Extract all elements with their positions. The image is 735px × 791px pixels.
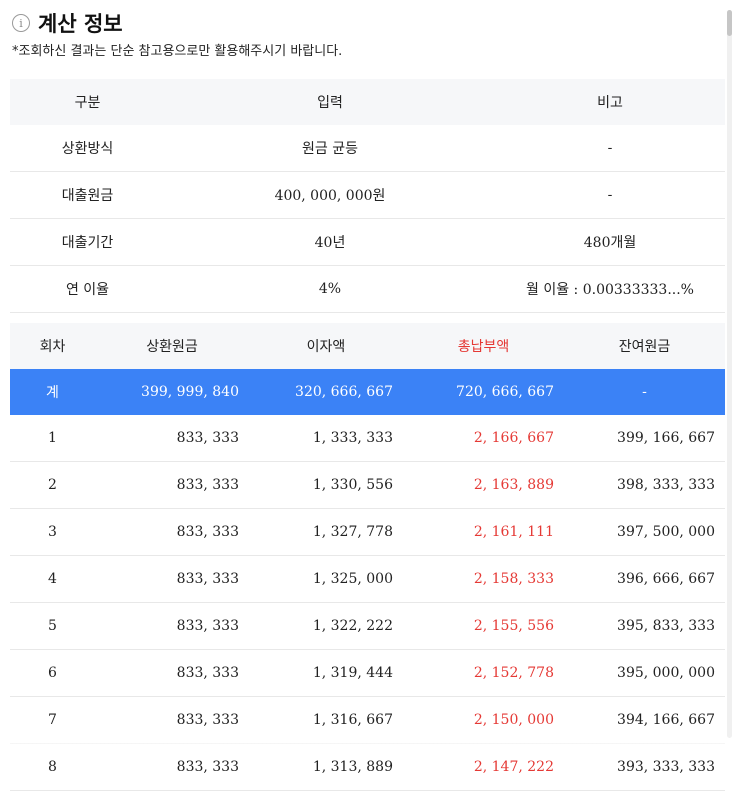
scrollbar-thumb[interactable] <box>727 10 732 36</box>
total-payment-amount: 2, 163, 889 <box>403 461 564 509</box>
interest-amount: 1, 327, 778 <box>249 508 403 556</box>
interest-amount: 1, 325, 000 <box>249 555 403 603</box>
installment-number: 4 <box>10 555 95 603</box>
remaining-principal: 399, 166, 667 <box>564 415 725 462</box>
table-row: 2 833, 333 1, 330, 556 2, 163, 889 398, … <box>10 461 725 509</box>
column-header-interest: 이자액 <box>249 323 403 369</box>
column-header-installment: 회차 <box>10 323 95 369</box>
remaining-principal: 395, 000, 000 <box>564 649 725 697</box>
info-icon: i <box>12 14 30 32</box>
installment-number: 2 <box>10 461 95 509</box>
interest-amount: 1, 330, 556 <box>249 461 403 509</box>
column-header-input: 입력 <box>165 79 495 125</box>
interest-amount: 1, 322, 222 <box>249 602 403 650</box>
info-row-loan-period: 대출기간 40년 480개월 <box>10 218 725 266</box>
column-header-remaining-principal: 잔여원금 <box>564 323 725 369</box>
total-remaining: - <box>564 369 725 415</box>
column-header-total-payment: 총납부액 <box>403 323 564 369</box>
table-row: 1 833, 333 1, 333, 333 2, 166, 667 399, … <box>10 415 725 462</box>
interest-amount: 1, 319, 444 <box>249 649 403 697</box>
info-row-loan-principal: 대출원금 400, 000, 000원 - <box>10 171 725 219</box>
column-header-remark: 비고 <box>495 79 725 125</box>
bottom-fade-overlay <box>0 733 735 751</box>
installment-number: 3 <box>10 508 95 556</box>
interest-amount: 1, 333, 333 <box>249 415 403 462</box>
principal-amount: 833, 333 <box>95 555 249 603</box>
info-value: 400, 000, 000원 <box>165 171 495 219</box>
column-header-principal: 상환원금 <box>95 323 249 369</box>
info-row-annual-rate: 연 이율 4% 월 이율 : 0.00333333...% <box>10 265 725 313</box>
info-row-repayment-method: 상환방식 원금 균등 - <box>10 125 725 172</box>
total-payment-amount: 2, 166, 667 <box>403 415 564 462</box>
table-row: 5 833, 333 1, 322, 222 2, 155, 556 395, … <box>10 602 725 650</box>
remaining-principal: 395, 833, 333 <box>564 602 725 650</box>
info-remark: - <box>495 125 725 172</box>
principal-amount: 833, 333 <box>95 461 249 509</box>
principal-amount: 833, 333 <box>95 649 249 697</box>
table-row: 3 833, 333 1, 327, 778 2, 161, 111 397, … <box>10 508 725 556</box>
principal-amount: 833, 333 <box>95 602 249 650</box>
total-row: 계 399, 999, 840 320, 666, 667 720, 666, … <box>10 369 725 415</box>
remaining-principal: 396, 666, 667 <box>564 555 725 603</box>
remaining-principal: 398, 333, 333 <box>564 461 725 509</box>
section-header: i 계산 정보 <box>12 8 123 38</box>
principal-amount: 833, 333 <box>95 508 249 556</box>
info-remark: 480개월 <box>495 218 725 266</box>
table-row: 6 833, 333 1, 319, 444 2, 152, 778 395, … <box>10 649 725 697</box>
disclaimer-note: *조회하신 결과는 단순 참고용으로만 활용해주시기 바랍니다. <box>12 44 343 59</box>
installment-number: 1 <box>10 415 95 462</box>
info-value: 원금 균등 <box>165 125 495 172</box>
info-label: 상환방식 <box>10 125 165 172</box>
column-header-category: 구분 <box>10 79 165 125</box>
installment-number: 5 <box>10 602 95 650</box>
schedule-table-header: 회차 상환원금 이자액 총납부액 잔여원금 <box>10 323 725 369</box>
info-value: 40년 <box>165 218 495 266</box>
principal-amount: 833, 333 <box>95 415 249 462</box>
total-label: 계 <box>10 369 95 415</box>
info-table-header: 구분 입력 비고 <box>10 79 725 125</box>
info-label: 대출원금 <box>10 171 165 219</box>
info-label: 연 이율 <box>10 265 165 313</box>
info-value: 4% <box>165 265 495 313</box>
table-row: 4 833, 333 1, 325, 000 2, 158, 333 396, … <box>10 555 725 603</box>
total-payment-amount: 2, 158, 333 <box>403 555 564 603</box>
total-payment-amount: 2, 161, 111 <box>403 508 564 556</box>
vertical-scrollbar[interactable] <box>727 10 732 738</box>
calculation-info-table: 구분 입력 비고 상환방식 원금 균등 - 대출원금 400, 000, 000… <box>10 79 725 313</box>
page-title: 계산 정보 <box>38 12 123 36</box>
installment-number: 6 <box>10 649 95 697</box>
info-label: 대출기간 <box>10 218 165 266</box>
info-remark: 월 이율 : 0.00333333...% <box>495 265 725 313</box>
total-payment-amount: 2, 152, 778 <box>403 649 564 697</box>
total-principal: 399, 999, 840 <box>95 369 249 415</box>
repayment-schedule-table: 회차 상환원금 이자액 총납부액 잔여원금 계 399, 999, 840 32… <box>10 323 725 791</box>
total-payment: 720, 666, 667 <box>403 369 564 415</box>
remaining-principal: 397, 500, 000 <box>564 508 725 556</box>
info-remark: - <box>495 171 725 219</box>
total-interest: 320, 666, 667 <box>249 369 403 415</box>
total-payment-amount: 2, 155, 556 <box>403 602 564 650</box>
